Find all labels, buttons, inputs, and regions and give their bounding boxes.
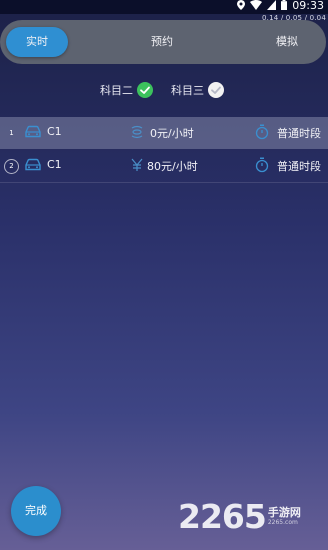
- location-icon: [237, 0, 246, 10]
- watermark-text: 手游网 2265.com: [268, 507, 301, 526]
- price: 80元/小时: [147, 160, 198, 173]
- subject-three-filter[interactable]: 科目三: [171, 82, 224, 98]
- status-bar: 09:33: [0, 0, 328, 14]
- status-icons: 09:33: [237, 0, 324, 12]
- timer-icon: [255, 157, 269, 173]
- time-period: 普通时段: [277, 160, 321, 173]
- check-icon: [208, 82, 224, 98]
- subject-two-filter[interactable]: 科目二: [100, 82, 153, 98]
- check-icon: [137, 82, 153, 98]
- row-index: 1: [9, 129, 14, 137]
- tab-simulation[interactable]: 模拟: [256, 27, 318, 57]
- done-button[interactable]: 完成: [11, 486, 61, 536]
- price: 0元/小时: [150, 127, 194, 140]
- watermark-url: 2265.com: [267, 518, 298, 526]
- watermark: 2265 手游网 2265.com: [178, 496, 301, 536]
- subject-filters: 科目二 科目三: [0, 82, 328, 102]
- watermark-number: 2265: [178, 496, 267, 536]
- timer-icon: [255, 124, 269, 140]
- subject-two-label: 科目二: [100, 84, 133, 97]
- list-item[interactable]: 2 C1 80元/小时 普通时段: [0, 150, 328, 183]
- wifi-icon: [250, 0, 263, 10]
- yen-icon: [131, 158, 143, 171]
- tab-realtime[interactable]: 实时: [6, 27, 68, 57]
- row-index: 2: [4, 159, 19, 174]
- list-item[interactable]: 1 C1 0元/小时 普通时段: [0, 117, 328, 149]
- subject-three-label: 科目三: [171, 84, 204, 97]
- license-class: C1: [47, 125, 62, 138]
- battery-icon: [281, 0, 288, 10]
- yen-icon: [131, 125, 143, 139]
- time-period: 普通时段: [277, 127, 321, 140]
- watermark-cn: 手游网: [267, 505, 301, 519]
- license-class: C1: [47, 158, 62, 171]
- car-icon: [25, 158, 41, 171]
- clock: 09:33: [292, 0, 324, 12]
- mode-tabs: 实时 预约 模拟: [0, 20, 326, 64]
- car-icon: [25, 125, 41, 138]
- signal-icon: [267, 0, 277, 10]
- tab-reservation[interactable]: 预约: [131, 27, 193, 57]
